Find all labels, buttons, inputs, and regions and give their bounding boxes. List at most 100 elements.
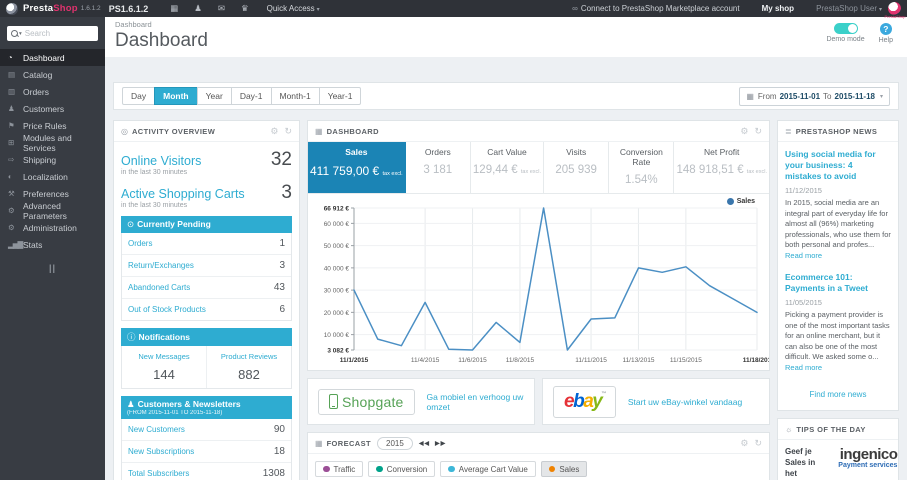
breadcrumb[interactable]: Dashboard bbox=[115, 20, 897, 29]
main-content: Dashboard Dashboard Demo mode ? Help Day… bbox=[105, 17, 907, 480]
sidebar-item-advanced-parameters[interactable]: ⚙ Advanced Parameters bbox=[0, 201, 105, 221]
metric-sales[interactable]: Sales 411 759,00 € tax excl. bbox=[308, 142, 406, 193]
metric-cart-value[interactable]: Cart Value 129,44 € tax excl. bbox=[471, 142, 545, 193]
shopgate-link[interactable]: Ga mobiel en verhoog uw omzet bbox=[427, 392, 524, 412]
table-row[interactable]: Abandoned Carts 43 bbox=[122, 277, 291, 299]
shopgate-banner[interactable]: Shopgate Ga mobiel en verhoog uw omzet bbox=[307, 378, 535, 425]
forecast-panel: ▦ FORECAST 2015 ◀◀ ▶▶ ⚙ ↻ Traffic Conver… bbox=[307, 432, 770, 480]
table-row[interactable]: New Subscriptions 18 bbox=[122, 441, 291, 463]
previous-year-button[interactable]: ◀◀ bbox=[419, 440, 430, 447]
read-more-link[interactable]: Read more bbox=[785, 251, 822, 260]
sidebar-item-dashboard[interactable]: ◔ Dashboard bbox=[0, 49, 105, 66]
quick-access-menu[interactable]: Quick Access ▾ bbox=[267, 4, 320, 13]
metric-net-profit[interactable]: Net Profit 148 918,51 € tax excl. bbox=[674, 142, 769, 193]
sales-chart-area: Sales 66 912 € 60 000 € 50 000 € 40 000 € 30… bbox=[308, 194, 772, 370]
marketplace-connect-link[interactable]: ∞ Connect to PrestaShop Marketplace accou… bbox=[572, 4, 739, 13]
metric-visits[interactable]: Visits 205 939 bbox=[544, 142, 610, 193]
online-visitors-stat[interactable]: Online Visitors 32 bbox=[121, 149, 292, 171]
chevron-down-icon: ▾ bbox=[19, 30, 22, 37]
chart-legend-sales[interactable]: Sales bbox=[726, 198, 755, 205]
tab-day-1[interactable]: Day-1 bbox=[230, 87, 272, 105]
svg-text:11/13/2015: 11/13/2015 bbox=[622, 357, 654, 364]
shop-name-link[interactable]: PS1.6.1.2 bbox=[109, 4, 149, 14]
tags-icon: ⚑ bbox=[8, 121, 15, 130]
legend-sales[interactable]: Sales bbox=[540, 461, 588, 477]
legend-traffic[interactable]: Traffic bbox=[315, 461, 364, 477]
refresh-icon[interactable]: ↻ bbox=[754, 438, 762, 449]
sidebar-item-modules-and-services[interactable]: ⊞ Modules and Services bbox=[0, 133, 105, 153]
tab-month-1[interactable]: Month-1 bbox=[270, 87, 320, 105]
svg-text:11/18/201: 11/18/201 bbox=[743, 357, 769, 364]
date-range-picker[interactable]: ▦ From 2015-11-01 To 2015-11-18 ▾ bbox=[739, 86, 890, 106]
news-article[interactable]: Using social media for your business: 4 … bbox=[785, 149, 891, 261]
chevron-down-icon: ▾ bbox=[316, 7, 320, 13]
user-menu[interactable]: PrestaShop User ▾ bbox=[816, 4, 882, 13]
content-body: Day Month Year Day-1 Month-1 Year-1 ▦ Fr… bbox=[105, 57, 907, 480]
sidebar-item-shipping[interactable]: ⇨ Shipping bbox=[0, 151, 105, 168]
search-input[interactable] bbox=[24, 29, 94, 38]
book-icon: ▤ bbox=[8, 70, 15, 79]
cart-icon: ▦ bbox=[315, 126, 323, 136]
metric-orders[interactable]: Orders 3 181 bbox=[406, 142, 471, 193]
search-icon bbox=[11, 30, 18, 37]
conversion-dot-icon bbox=[376, 465, 383, 473]
sidebar-item-price-rules[interactable]: ⚑ Price Rules bbox=[0, 117, 105, 134]
metric-conversion-rate[interactable]: Conversion Rate 1.54% bbox=[609, 142, 675, 193]
notifications-table: New Messages 144 Product Reviews 882 bbox=[121, 346, 292, 389]
ebay-banner[interactable]: ebay™ Start uw eBay-winkel vandaag bbox=[542, 378, 770, 425]
avatar[interactable]: PrestaShop bbox=[885, 2, 905, 19]
messages-icon[interactable]: ✉ bbox=[218, 3, 225, 14]
shopgate-logo: Shopgate bbox=[318, 388, 415, 415]
sidebar-item-localization[interactable]: ◐ Localization bbox=[0, 168, 105, 185]
help-icon[interactable]: ? bbox=[879, 23, 892, 35]
table-row[interactable]: Return/Exchanges 3 bbox=[122, 255, 291, 277]
next-year-button[interactable]: ▶▶ bbox=[435, 440, 446, 447]
sidebar: ▾ ◔Dashboard ▤Catalog ▥Orders ♟Customers… bbox=[0, 17, 105, 480]
product-reviews-cell[interactable]: Product Reviews 882 bbox=[206, 346, 291, 388]
refresh-icon[interactable]: ↻ bbox=[754, 126, 762, 137]
legend-conversion[interactable]: Conversion bbox=[368, 461, 436, 477]
active-carts-stat[interactable]: Active Shopping Carts 3 bbox=[121, 182, 292, 204]
find-more-news-link[interactable]: Find more news bbox=[785, 384, 891, 403]
sidebar-item-catalog[interactable]: ▤ Catalog bbox=[0, 66, 105, 83]
gear-icon[interactable]: ⚙ bbox=[740, 438, 748, 449]
sales-line-chart: 66 912 € 60 000 € 50 000 € 40 000 € 30 000 €… bbox=[324, 206, 772, 365]
gear-icon[interactable]: ⚙ bbox=[270, 126, 278, 137]
svg-text:11/1/2015: 11/1/2015 bbox=[340, 357, 369, 364]
table-row[interactable]: Orders 1 bbox=[122, 233, 291, 255]
tab-month[interactable]: Month bbox=[154, 87, 198, 105]
sidebar-collapse-button[interactable]: || bbox=[0, 263, 105, 273]
sidebar-search[interactable]: ▾ bbox=[7, 26, 98, 41]
ebay-link[interactable]: Start uw eBay-winkel vandaag bbox=[628, 397, 742, 407]
help-label: Help bbox=[878, 37, 893, 44]
phone-icon bbox=[329, 394, 338, 409]
my-shop-link[interactable]: My shop bbox=[762, 4, 794, 13]
sidebar-item-preferences[interactable]: ⚒ Preferences bbox=[0, 185, 105, 202]
cogs-icon: ⚙ bbox=[8, 206, 15, 215]
tab-day[interactable]: Day bbox=[122, 87, 156, 105]
sidebar-item-orders[interactable]: ▥ Orders bbox=[0, 83, 105, 100]
trophy-icon[interactable]: ♛ bbox=[241, 3, 249, 14]
legend-average-cart-value[interactable]: Average Cart Value bbox=[440, 461, 536, 477]
refresh-icon[interactable]: ↻ bbox=[284, 126, 292, 137]
tab-year-1[interactable]: Year-1 bbox=[318, 87, 362, 105]
read-more-link[interactable]: Read more bbox=[785, 363, 822, 372]
table-row[interactable]: New Customers 90 bbox=[122, 419, 291, 441]
sidebar-menu: ◔ Dashboard ▤ Catalog ▥ Orders ♟ Customers ⚑… bbox=[0, 49, 105, 253]
new-messages-cell[interactable]: New Messages 144 bbox=[122, 346, 206, 388]
tips-of-the-day-panel: ☼ TIPS OF THE DAY Geef je Sales in het b… bbox=[777, 418, 899, 480]
cart-icon[interactable]: ▦ bbox=[170, 3, 178, 14]
table-row[interactable]: Total Subscribers 1308 bbox=[122, 463, 291, 480]
tab-year[interactable]: Year bbox=[196, 87, 232, 105]
calendar-icon: ▦ bbox=[746, 91, 754, 101]
sidebar-item-stats[interactable]: ▂▅▇ Stats bbox=[0, 236, 105, 253]
demo-mode-toggle[interactable] bbox=[833, 23, 858, 34]
lightbulb-icon: ☼ bbox=[785, 424, 793, 434]
from-date: 2015-11-01 bbox=[779, 91, 821, 101]
customers-notification-icon[interactable]: ♟ bbox=[194, 3, 202, 14]
table-row[interactable]: Out of Stock Products 6 bbox=[122, 299, 291, 320]
sidebar-item-customers[interactable]: ♟ Customers bbox=[0, 100, 105, 117]
news-article[interactable]: Ecommerce 101: Payments in a Tweet 11/05… bbox=[785, 272, 891, 373]
gear-icon[interactable]: ⚙ bbox=[740, 126, 748, 137]
sidebar-item-administration[interactable]: ⚙ Administration bbox=[0, 219, 105, 236]
